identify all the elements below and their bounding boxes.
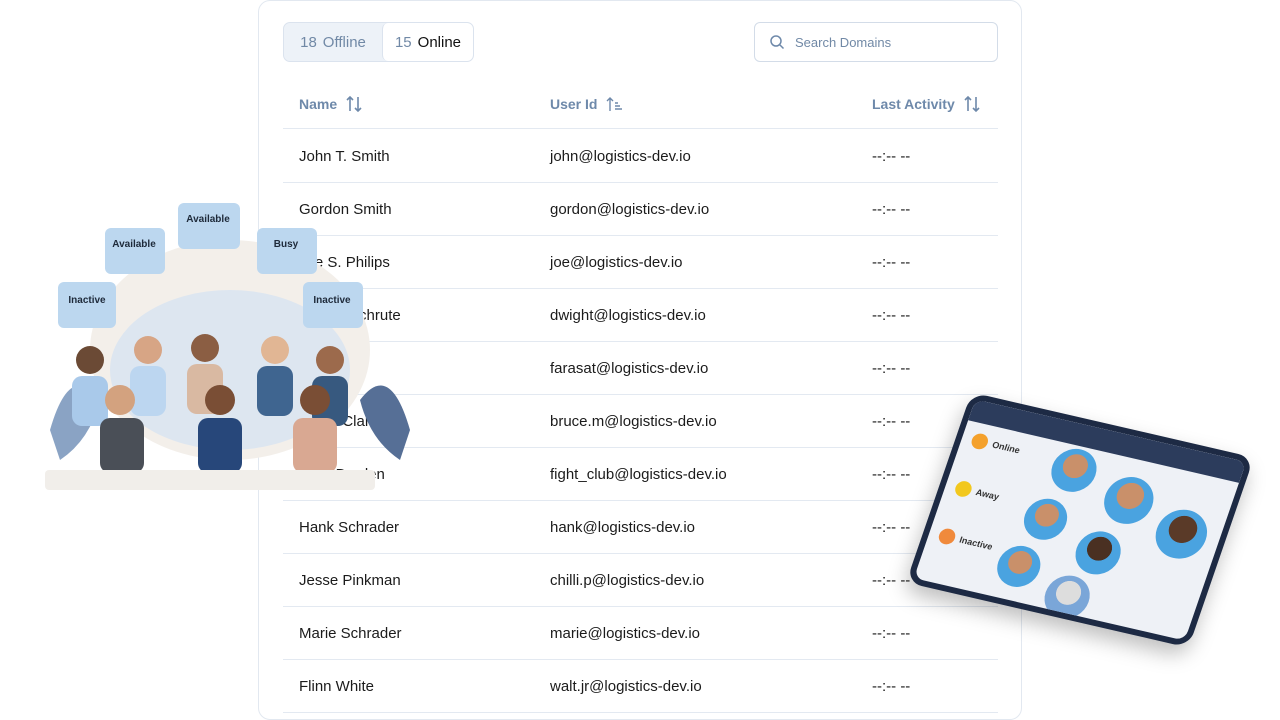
user-name: John T. Smith bbox=[299, 148, 390, 165]
last-activity: --:-- -- bbox=[872, 678, 911, 695]
name-header-label: Name bbox=[299, 96, 338, 112]
offline-label: Offline bbox=[322, 33, 366, 51]
user-name: Jesse Pinkman bbox=[299, 572, 401, 589]
avatar bbox=[1038, 571, 1096, 623]
last-activity: --:-- -- bbox=[872, 413, 911, 430]
team-status-illustration: Inactive Available Available Busy Inacti… bbox=[45, 203, 410, 490]
tablet-status-label: Away bbox=[974, 487, 1001, 502]
user-id-column-header[interactable]: User Id bbox=[550, 95, 623, 113]
avatar bbox=[1045, 444, 1103, 497]
user-id: fight_club@logistics-dev.io bbox=[550, 466, 727, 483]
user-id: marie@logistics-dev.io bbox=[550, 625, 700, 642]
user-id: hank@logistics-dev.io bbox=[550, 519, 696, 536]
tablet-status-away: Away bbox=[952, 479, 1001, 505]
table-row[interactable]: Jesse Pinkman chilli.p@logistics-dev.io --… bbox=[283, 554, 998, 607]
sort-ascending-icon bbox=[606, 97, 623, 111]
user-id-header-label: User Id bbox=[550, 96, 598, 112]
search-box[interactable] bbox=[754, 22, 998, 62]
status-bubble-available: Available bbox=[186, 214, 230, 225]
last-activity: --:-- -- bbox=[872, 254, 911, 271]
user-id: bruce.m@logistics-dev.io bbox=[550, 413, 717, 430]
table-header: Name User Id Last Activity bbox=[283, 81, 998, 129]
user-name: Flinn White bbox=[299, 678, 375, 695]
sort-icon bbox=[346, 95, 362, 113]
avatar bbox=[991, 541, 1047, 592]
online-label: Online bbox=[417, 33, 462, 51]
user-id: chilli.p@logistics-dev.io bbox=[550, 572, 705, 589]
user-id: dwight@logistics-dev.io bbox=[550, 307, 706, 324]
offline-count: 18 bbox=[300, 33, 317, 51]
offline-filter-tab[interactable]: 18 Offline bbox=[284, 23, 382, 61]
user-id: joe@logistics-dev.io bbox=[550, 254, 683, 271]
online-count: 15 bbox=[394, 33, 412, 51]
user-name: Marie Schrader bbox=[299, 625, 402, 642]
status-bubble-inactive: Inactive bbox=[313, 295, 351, 306]
online-status-icon bbox=[969, 432, 991, 451]
search-icon bbox=[770, 35, 785, 50]
inactive-status-icon bbox=[936, 527, 958, 546]
user-name: Hank Schrader bbox=[299, 519, 400, 536]
last-activity: --:-- -- bbox=[872, 572, 911, 589]
search-input[interactable] bbox=[795, 34, 985, 50]
last-activity-column-header[interactable]: Last Activity bbox=[872, 95, 981, 113]
last-activity: --:-- -- bbox=[872, 148, 911, 165]
tablet-status-label: Inactive bbox=[958, 534, 995, 552]
table-row[interactable]: Marie Schrader marie@logistics-dev.io --:-… bbox=[283, 607, 998, 660]
table-row[interactable]: John T. Smith john@logistics-dev.io --:-- … bbox=[283, 130, 998, 183]
tablet-status-inactive: Inactive bbox=[936, 527, 995, 554]
avatar bbox=[1097, 472, 1161, 529]
user-id: farasat@logistics-dev.io bbox=[550, 360, 709, 377]
avatar bbox=[1018, 494, 1073, 544]
last-activity-header-label: Last Activity bbox=[872, 96, 955, 112]
sort-icon bbox=[964, 95, 980, 113]
last-activity: --:-- -- bbox=[872, 201, 911, 218]
avatar bbox=[1148, 504, 1214, 564]
tablet-status-online: Online bbox=[969, 432, 1022, 458]
away-status-icon bbox=[952, 479, 974, 499]
user-id: walt.jr@logistics-dev.io bbox=[550, 678, 702, 695]
last-activity: --:-- -- bbox=[872, 466, 911, 483]
table-row[interactable]: Flinn White walt.jr@logistics-dev.io --:--… bbox=[283, 660, 998, 713]
avatar bbox=[1069, 527, 1127, 579]
name-column-header[interactable]: Name bbox=[299, 95, 363, 113]
table-row[interactable]: Hank Schrader hank@logistics-dev.io --:-- … bbox=[283, 501, 998, 554]
last-activity: --:-- -- bbox=[872, 307, 911, 324]
tablet-status-label: Online bbox=[990, 439, 1022, 456]
status-bubble-inactive: Inactive bbox=[68, 295, 106, 306]
last-activity: --:-- -- bbox=[872, 625, 911, 642]
online-filter-tab[interactable]: 15 Online bbox=[382, 23, 473, 61]
user-id: gordon@logistics-dev.io bbox=[550, 201, 710, 218]
last-activity: --:-- -- bbox=[872, 360, 911, 377]
status-bubble-busy: Busy bbox=[274, 239, 299, 250]
last-activity: --:-- -- bbox=[872, 519, 911, 536]
user-id: john@logistics-dev.io bbox=[550, 148, 691, 165]
status-toggle: 18 Offline 15 Online bbox=[283, 22, 474, 62]
status-bubble-available: Available bbox=[112, 239, 156, 250]
